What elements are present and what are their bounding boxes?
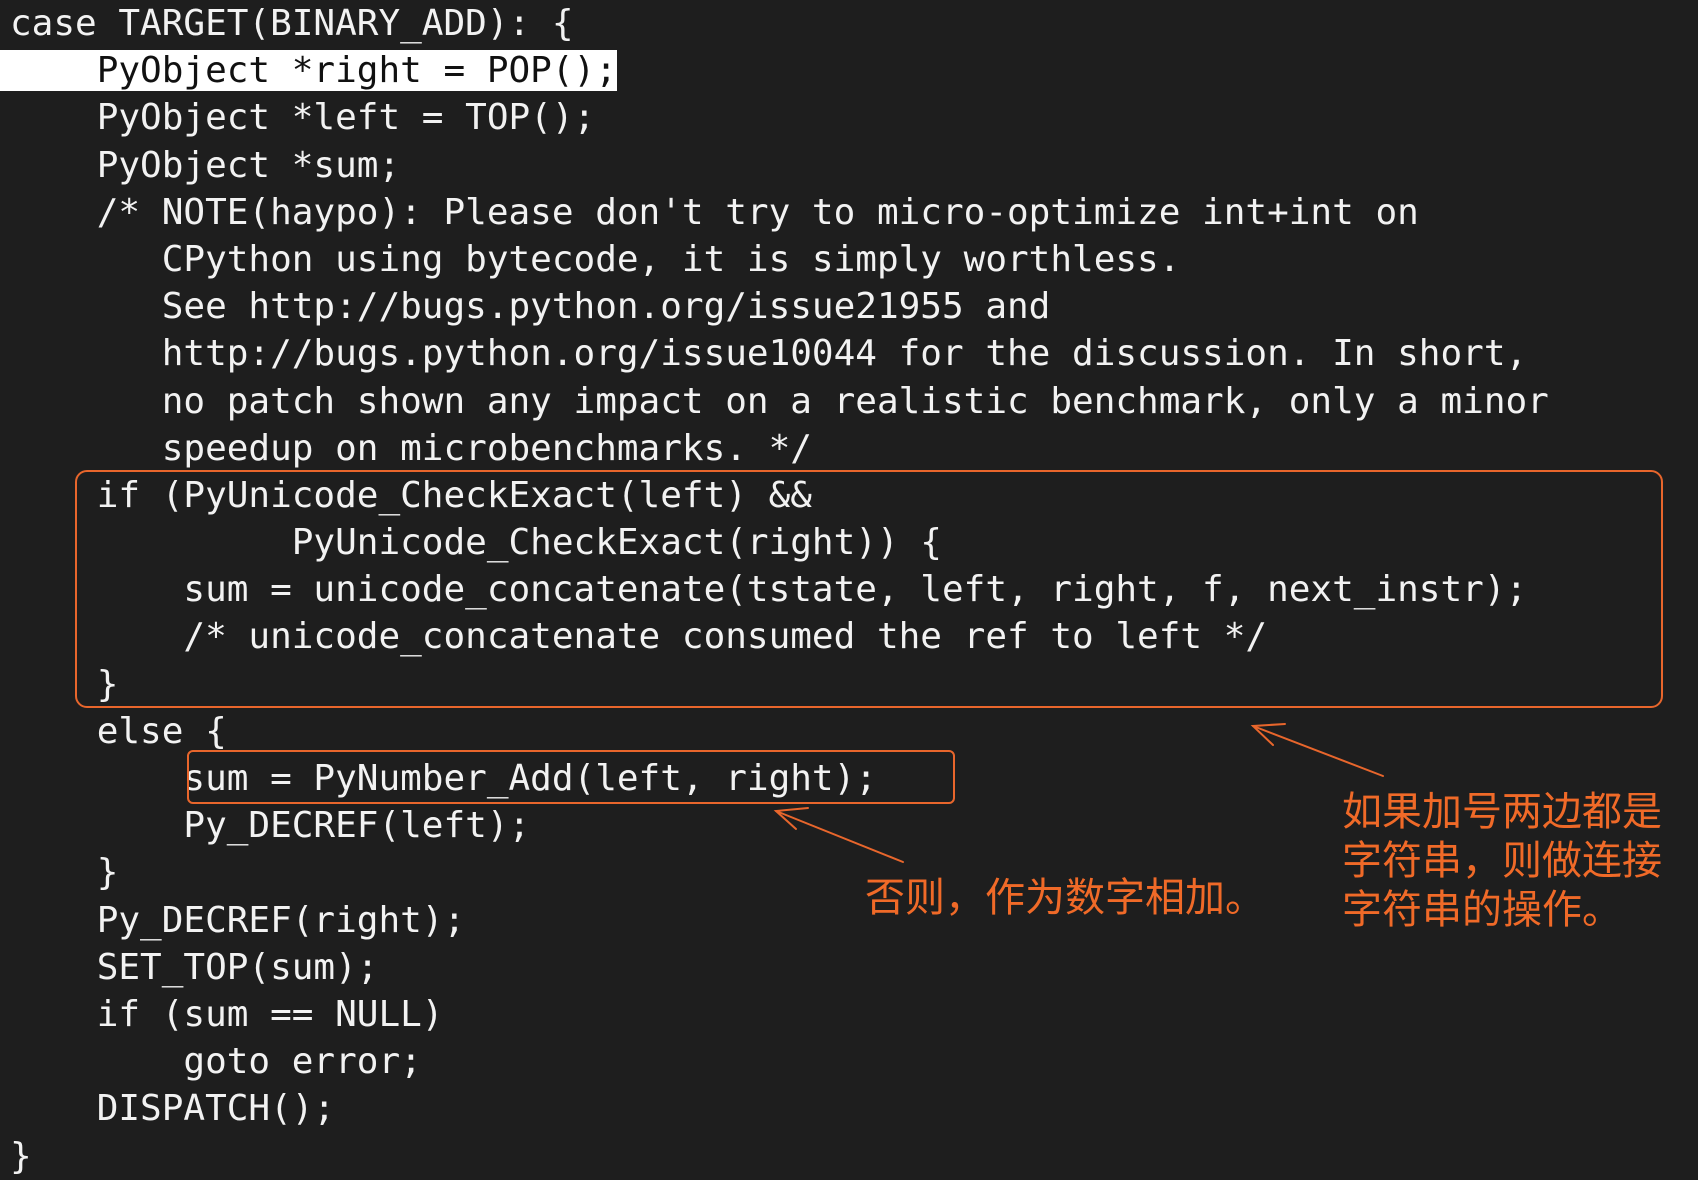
else-branch-annotation: 否则，作为数字相加。 bbox=[865, 875, 1265, 921]
annotation-arrows bbox=[773, 723, 1384, 863]
arrow-to-add-box bbox=[773, 807, 904, 863]
arrow-to-unicode-box bbox=[1250, 723, 1384, 777]
if-branch-annotation: 如果加号两边都是 字符串，则做连接 字符串的操作。 bbox=[1342, 789, 1662, 933]
